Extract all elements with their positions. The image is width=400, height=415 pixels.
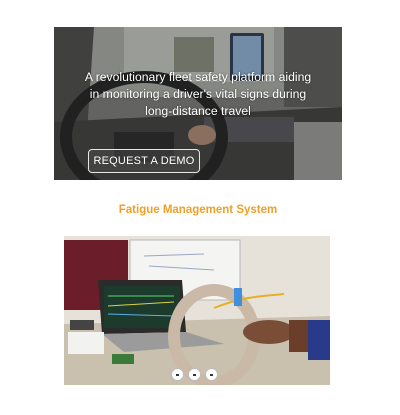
page: A revolutionary fleet safety platform ai…	[0, 0, 400, 415]
carousel-dot-2[interactable]	[188, 368, 201, 381]
carousel-indicators	[171, 368, 218, 382]
carousel-dot-3[interactable]	[205, 368, 218, 381]
request-demo-button[interactable]: REQUEST A DEMO	[88, 149, 200, 173]
section-title: Fatigue Management System	[118, 204, 278, 216]
carousel-dot-1[interactable]	[171, 368, 184, 381]
hero-tagline: A revolutionary fleet safety platform ai…	[84, 70, 312, 118]
product-photo-image	[64, 236, 330, 385]
product-photo	[64, 236, 330, 385]
